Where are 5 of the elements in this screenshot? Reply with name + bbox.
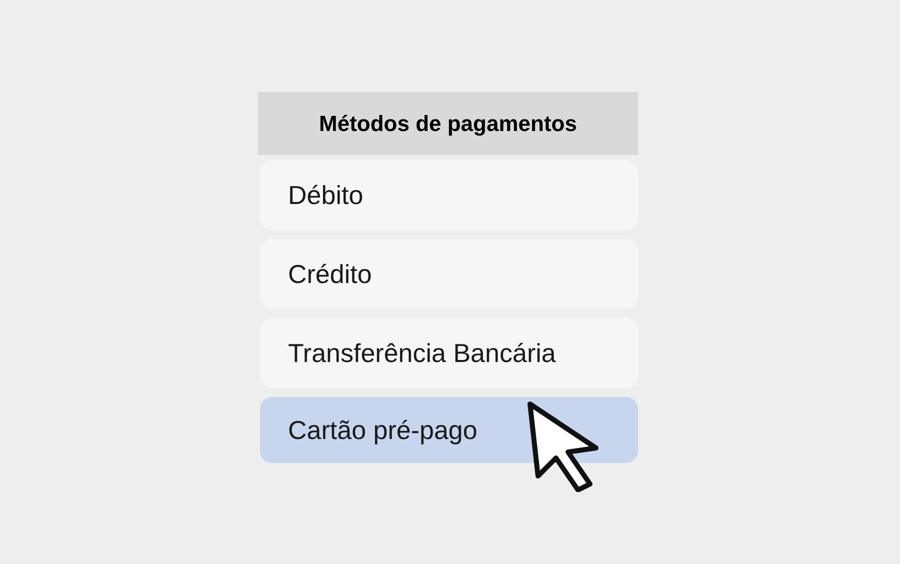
payment-option[interactable]: Transferência Bancária: [260, 318, 638, 388]
payment-option[interactable]: Débito: [260, 160, 638, 230]
payment-option[interactable]: Cartão pré-pago: [260, 397, 638, 463]
payment-option[interactable]: Crédito: [260, 239, 638, 309]
list-header: Métodos de pagamentos: [258, 92, 638, 155]
